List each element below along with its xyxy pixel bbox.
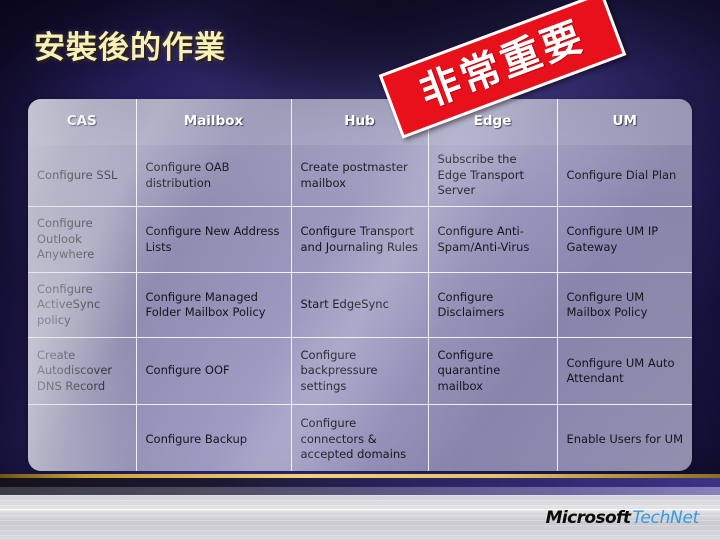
cell-mailbox-1: Configure OAB distribution <box>135 145 292 207</box>
cell-hub-2: Configure Transport and Journaling Rules <box>290 206 429 273</box>
column-header-mailbox: Mailbox <box>135 99 292 145</box>
cell-mailbox-3: Configure Managed Folder Mailbox Policy <box>135 272 292 338</box>
post-install-tasks-table: CAS Mailbox Hub Edge UM Configure SSL Co… <box>28 99 692 471</box>
cell-um-2: Configure UM IP Gateway <box>556 206 692 273</box>
slide-canvas: 安裝後的作業 CAS Mailbox Hub Edge UM Configure… <box>0 0 720 540</box>
table-header-row: CAS Mailbox Hub Edge UM <box>28 99 692 145</box>
cell-edge-5 <box>427 404 558 471</box>
technet-logo: Microsoft TechNet <box>545 508 700 528</box>
cell-cas-3: Configure ActiveSync policy <box>28 272 137 338</box>
cell-hub-4: Configure backpressure settings <box>290 337 429 405</box>
cell-mailbox-2: Configure New Address Lists <box>135 206 292 273</box>
cell-cas-1: Configure SSL <box>28 145 137 207</box>
tasks-matrix: CAS Mailbox Hub Edge UM Configure SSL Co… <box>28 99 692 471</box>
cell-mailbox-4: Configure OOF <box>135 337 292 405</box>
cell-cas-5 <box>28 404 137 471</box>
page-title: 安裝後的作業 <box>34 30 226 66</box>
cell-um-4: Configure UM Auto Attendant <box>556 337 692 405</box>
cell-edge-1: Subscribe the Edge Transport Server <box>427 145 558 207</box>
cell-cas-4: Create Autodiscover DNS Record <box>28 337 137 405</box>
cell-edge-3: Configure Disclaimers <box>427 272 558 338</box>
microsoft-wordmark: Microsoft <box>545 508 631 528</box>
table-row: Configure SSL Configure OAB distribution… <box>28 145 692 207</box>
cell-edge-4: Configure quarantine mailbox <box>427 337 558 405</box>
table-row: Create Autodiscover DNS Record Configure… <box>28 337 692 405</box>
cell-hub-5: Configure connectors & accepted domains <box>290 404 429 471</box>
cell-cas-2: Configure Outlook Anywhere <box>28 206 137 273</box>
footer-mid-band <box>0 487 720 495</box>
technet-wordmark: TechNet <box>632 508 699 528</box>
column-header-cas: CAS <box>28 99 137 145</box>
cell-um-5: Enable Users for UM <box>556 404 692 471</box>
cell-edge-2: Configure Anti-Spam/Anti-Virus <box>427 206 558 273</box>
table-row: Configure ActiveSync policy Configure Ma… <box>28 272 692 338</box>
cell-hub-3: Start EdgeSync <box>290 272 429 338</box>
table-row: Configure Backup Configure connectors & … <box>28 404 692 471</box>
column-header-um: UM <box>556 99 692 145</box>
cell-um-1: Configure Dial Plan <box>556 145 692 207</box>
cell-hub-1: Create postmaster mailbox <box>290 145 429 207</box>
cell-um-3: Configure UM Mailbox Policy <box>556 272 692 338</box>
cell-mailbox-5: Configure Backup <box>135 404 292 471</box>
table-row: Configure Outlook Anywhere Configure New… <box>28 206 692 273</box>
footer-dark-band <box>0 478 720 487</box>
